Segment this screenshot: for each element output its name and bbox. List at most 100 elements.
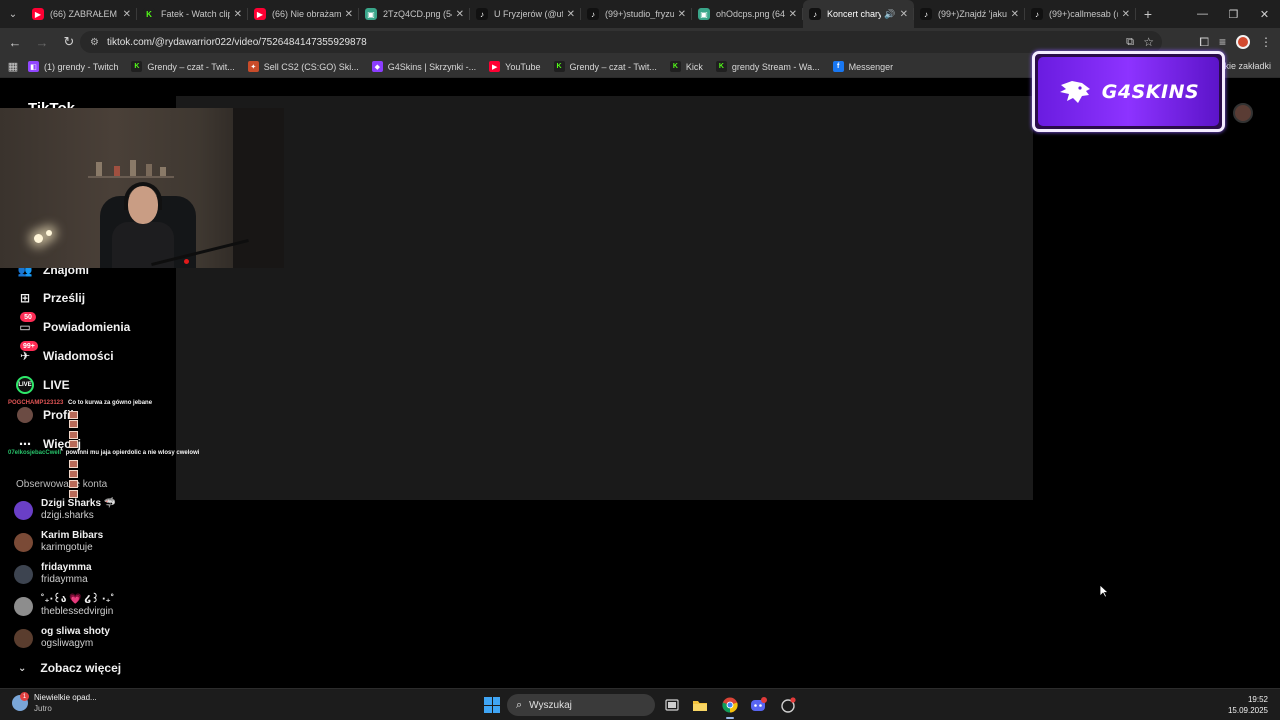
inbox-icon: ▭ 50	[16, 312, 36, 336]
browser-tab[interactable]: ♪ (99+)studio_fryzu ✕	[581, 0, 692, 28]
browser-tab[interactable]: K Fatek - Watch clip ✕	[137, 0, 248, 28]
tab-title: (99+)studio_fryzu	[605, 9, 674, 19]
taskbar-search[interactable]: ⌕ Wyszukaj	[507, 694, 655, 716]
bookmark-label: (1) grendy - Twitch	[44, 61, 119, 72]
user-avatar[interactable]	[1233, 103, 1253, 123]
forward-icon[interactable]: →	[30, 30, 54, 54]
tab-title: (99+)Znajdź 'jaku	[938, 9, 1007, 19]
bookmark-item[interactable]: K Grendy – czat - Twit...	[131, 61, 235, 72]
bookmark-item[interactable]: ✦ Sell CS2 (CS:GO) Ski...	[247, 61, 359, 72]
avatar	[14, 532, 33, 552]
sidebar-item-messages[interactable]: ✈ 99+ Wiadomości	[16, 341, 114, 367]
tiktok-favicon-icon: ♪	[920, 8, 932, 20]
close-tab-icon[interactable]: ✕	[234, 9, 242, 20]
sidebar-item-inbox[interactable]: ▭ 50 Powiadomienia	[16, 312, 130, 338]
followed-account[interactable]: Karim Bibars karimgotuje	[14, 529, 103, 555]
close-tab-icon[interactable]: ✕	[1122, 9, 1130, 20]
browser-tab[interactable]: ♪ (99+)callmesab (@ ✕	[1025, 0, 1136, 28]
browser-tab[interactable]: ▣ ohOdcps.png (64 ✕	[692, 0, 803, 28]
tiktok-favicon-icon: ♪	[1031, 8, 1043, 20]
tab-title: 2TzQ4CD.png (54	[383, 9, 452, 19]
see-more-button[interactable]: ⌄ Zobacz więcej	[18, 661, 121, 675]
browser-tab[interactable]: ▣ 2TzQ4CD.png (54 ✕	[359, 0, 470, 28]
new-tab-button[interactable]: +	[1136, 6, 1160, 22]
tab-search-button[interactable]: ⌄	[0, 0, 26, 28]
followed-account[interactable]: ˚₊‧꒰ა 💗 ໒꒱ ‧₊˚ theblessedvirgin	[14, 593, 114, 619]
browser-tab[interactable]: ▶ (66) ZABRAŁEM JE ✕	[26, 0, 137, 28]
bookmark-item[interactable]: ◧ (1) grendy - Twitch	[28, 61, 118, 72]
close-tab-icon[interactable]: ✕	[789, 9, 797, 20]
minimize-icon[interactable]: —	[1187, 0, 1218, 28]
close-tab-icon[interactable]: ✕	[1011, 9, 1019, 20]
reload-icon[interactable]: ↻	[57, 30, 81, 54]
kick-favicon-icon: K	[715, 61, 727, 72]
youtube-favicon-icon: ▶	[32, 8, 44, 20]
sidebar-item-live[interactable]: LIVE LIVE	[16, 374, 70, 396]
start-menu-icon[interactable]	[484, 697, 500, 713]
system-clock[interactable]: 19:52 15.09.2025	[1228, 694, 1268, 716]
browser-tab[interactable]: ▶ (66) Nie obrażam ✕	[248, 0, 359, 28]
address-bar[interactable]: ⚙ tiktok.com/@rydawarrior022/video/75264…	[80, 31, 1162, 53]
kick-favicon-icon: K	[669, 61, 681, 72]
account-username: karimgotuje	[41, 542, 93, 553]
streamer-webcam	[0, 108, 284, 268]
avatar	[14, 596, 33, 616]
chat-text: powinni mu jaja opierdolic a nie wlosy c…	[65, 450, 200, 456]
account-name: fridaymma	[41, 562, 92, 573]
browser-tab[interactable]: ♪ U Fryzjerów (@ufr ✕	[470, 0, 581, 28]
followed-accounts-title: Obserwowane konta	[16, 479, 108, 490]
tab-audio-icon[interactable]: 🔊	[884, 9, 895, 20]
video-player[interactable]	[176, 96, 1033, 500]
browser-tab[interactable]: ♪ (99+)Znajdź 'jaku ✕	[914, 0, 1025, 28]
bookmark-label: Grendy – czat - Twit...	[147, 61, 235, 72]
close-tab-icon[interactable]: ✕	[678, 9, 686, 20]
bookmark-item[interactable]: K Kick	[669, 61, 703, 72]
sidebar-item-profile[interactable]: Profil	[16, 404, 74, 426]
apps-grid-icon[interactable]: ▦	[0, 60, 26, 73]
all-bookmarks-link[interactable]: tkie zakładki	[1222, 61, 1271, 71]
notification-badge: 50	[20, 312, 36, 322]
close-tab-icon[interactable]: ✕	[456, 9, 464, 20]
bookmark-item[interactable]: f Messenger	[832, 61, 893, 72]
site-info-icon[interactable]: ⚙	[90, 37, 99, 48]
followed-account[interactable]: fridaymma fridaymma	[14, 561, 92, 587]
file-explorer-icon[interactable]	[690, 695, 710, 715]
chat-emote	[69, 420, 78, 428]
bookmark-star-icon[interactable]: ☆	[1143, 35, 1154, 49]
task-view-icon[interactable]	[662, 695, 682, 715]
chrome-icon[interactable]	[720, 695, 740, 719]
install-app-icon[interactable]: ⧉	[1126, 36, 1134, 49]
weather-widget[interactable]: 1 Niewielkie opad... Jutro	[12, 692, 97, 714]
maximize-icon[interactable]: ❐	[1218, 0, 1249, 28]
browser-tab[interactable]: ♪ Koncert chary 🔊 ✕	[803, 0, 914, 28]
clock-time: 19:52	[1247, 695, 1268, 704]
bookmark-item[interactable]: ▶ YouTube	[489, 61, 541, 72]
app-icon[interactable]	[778, 695, 798, 715]
close-tab-icon[interactable]: ✕	[345, 9, 353, 20]
account-username: ogsliwagym	[41, 638, 94, 649]
followed-account[interactable]: Dzigi Sharks 🦈 dzigi.sharks	[14, 497, 116, 523]
extensions-icon[interactable]: ⧠	[1199, 35, 1209, 50]
bookmark-item[interactable]: ◆ G4Skins | Skrzynki -...	[371, 61, 476, 72]
chat-username: POGCHAMP123123	[8, 400, 64, 406]
close-tab-icon[interactable]: ✕	[567, 9, 575, 20]
sidebar-item-upload[interactable]: ⊞ Prześlij	[16, 287, 85, 309]
followed-account[interactable]: og sliwa shoty ogsliwagym	[14, 625, 110, 651]
tab-title: (66) Nie obrażam	[272, 9, 341, 19]
kick-favicon-icon: K	[143, 8, 155, 20]
media-control-icon[interactable]: ≡	[1219, 35, 1226, 49]
chat-message: 07elkosjebacCwell powinni mu jaja opierd…	[8, 450, 199, 456]
bookmark-list: ◧ (1) grendy - Twitch K Grendy – czat - Twi…	[28, 61, 906, 72]
image-favicon-icon: ▣	[365, 8, 377, 20]
profile-avatar[interactable]	[1236, 35, 1250, 49]
youtube-favicon-icon: ▶	[254, 8, 266, 20]
back-icon[interactable]: ←	[3, 30, 27, 54]
discord-icon[interactable]	[749, 695, 769, 715]
bookmark-item[interactable]: K Grendy – czat - Twit...	[553, 61, 657, 72]
close-tab-icon[interactable]: ✕	[123, 9, 131, 20]
browser-menu-icon[interactable]: ⋮	[1260, 35, 1272, 49]
close-window-icon[interactable]: ✕	[1249, 0, 1280, 28]
bookmark-label: grendy Stream - Wa...	[731, 61, 820, 72]
bookmark-item[interactable]: Kgrendy Stream - Wa...	[715, 61, 820, 72]
close-tab-icon[interactable]: ✕	[900, 9, 908, 20]
